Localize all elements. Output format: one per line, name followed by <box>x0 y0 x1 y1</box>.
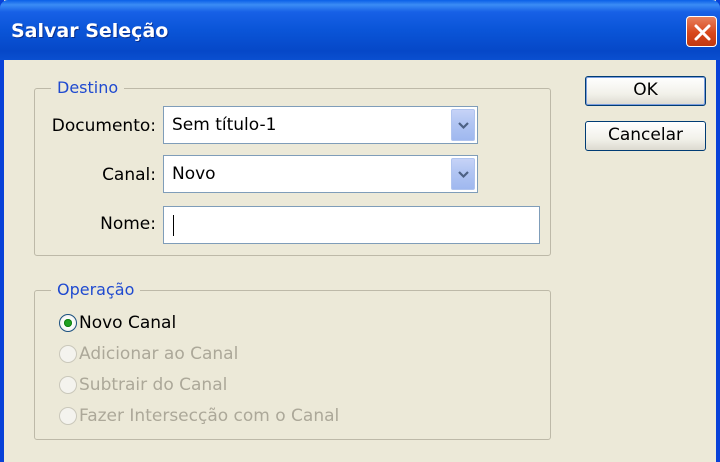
close-icon <box>694 24 711 41</box>
name-input[interactable] <box>163 206 540 244</box>
document-value: Sem título-1 <box>172 115 277 135</box>
name-label: Nome: <box>100 214 156 234</box>
close-button[interactable] <box>686 16 717 47</box>
document-dropdown-button[interactable] <box>451 109 475 141</box>
radio-button[interactable] <box>59 376 77 394</box>
radio-button[interactable] <box>59 345 77 363</box>
operation-legend: Operação <box>51 280 141 300</box>
radio-label: Adicionar ao Canal <box>79 344 239 364</box>
title-bar[interactable]: Salvar Seleção <box>0 0 720 60</box>
radio-label: Novo Canal <box>79 313 177 333</box>
channel-label: Canal: <box>102 165 156 185</box>
radio-label: Subtrair do Canal <box>79 375 228 395</box>
document-select[interactable]: Sem título-1 <box>163 106 478 144</box>
channel-value: Novo <box>172 164 216 184</box>
chevron-down-icon <box>458 122 469 130</box>
chevron-down-icon <box>458 171 469 179</box>
text-caret <box>173 215 174 236</box>
cancel-button[interactable]: Cancelar <box>585 121 706 151</box>
radio-label: Fazer Intersecção com o Canal <box>79 406 340 426</box>
channel-dropdown-button[interactable] <box>451 158 475 190</box>
ok-button[interactable]: OK <box>585 76 706 106</box>
radio-button[interactable] <box>59 407 77 425</box>
document-label: Documento: <box>51 116 156 136</box>
channel-select[interactable]: Novo <box>163 155 478 193</box>
radio-button[interactable] <box>59 314 77 332</box>
dialog-title: Salvar Seleção <box>11 20 169 42</box>
save-selection-dialog: Salvar Seleção Destino Documento: Sem tí… <box>0 0 720 462</box>
destination-legend: Destino <box>51 78 125 98</box>
